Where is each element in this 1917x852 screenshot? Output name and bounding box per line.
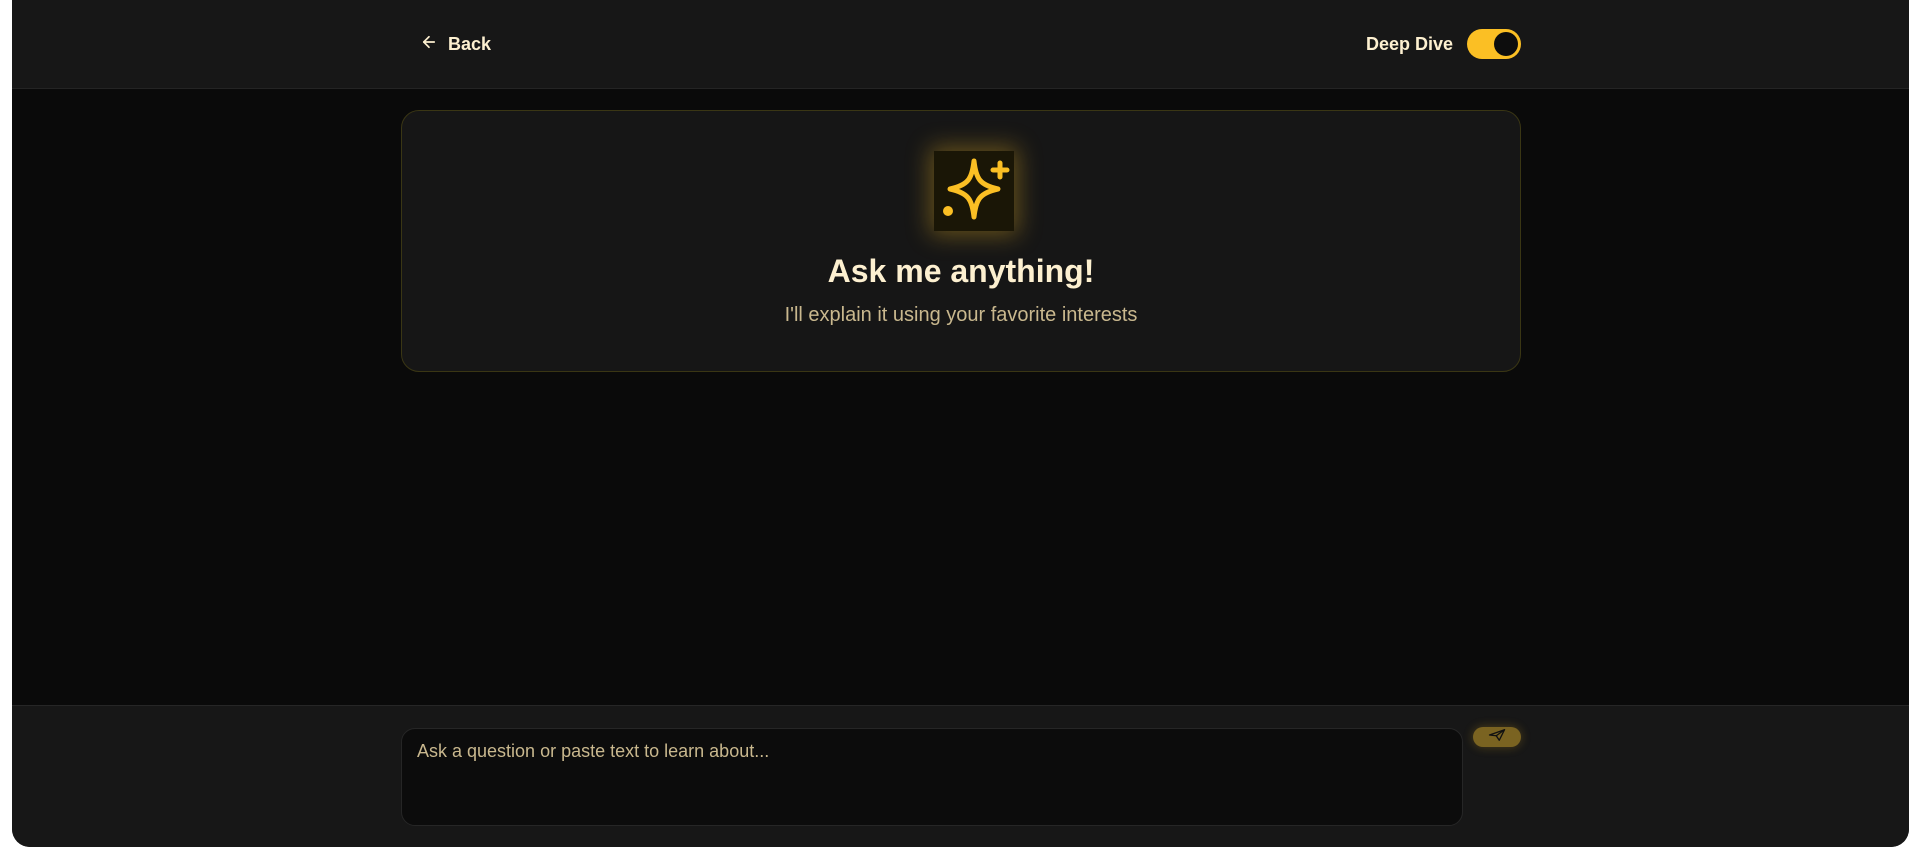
hero-title: Ask me anything! xyxy=(827,253,1095,289)
deep-dive-control: Deep Dive xyxy=(1366,28,1521,60)
app-window: Back Deep Dive Ask me anything! I'll exp… xyxy=(12,0,1909,847)
sparkle-icon xyxy=(934,151,1014,231)
send-button[interactable] xyxy=(1473,727,1521,747)
send-icon xyxy=(1488,728,1506,747)
question-input[interactable] xyxy=(401,728,1463,826)
composer-bar xyxy=(12,705,1909,847)
back-button[interactable]: Back xyxy=(420,28,491,60)
top-bar: Back Deep Dive xyxy=(12,0,1909,89)
back-label: Back xyxy=(448,33,492,54)
deep-dive-label: Deep Dive xyxy=(1365,33,1453,54)
deep-dive-toggle[interactable] xyxy=(1467,29,1521,59)
toggle-knob xyxy=(1494,32,1518,56)
hero-subtitle: I'll explain it using your favorite inte… xyxy=(784,304,1138,326)
welcome-card: Ask me anything! I'll explain it using y… xyxy=(401,110,1521,372)
arrow-left-icon xyxy=(420,33,438,56)
